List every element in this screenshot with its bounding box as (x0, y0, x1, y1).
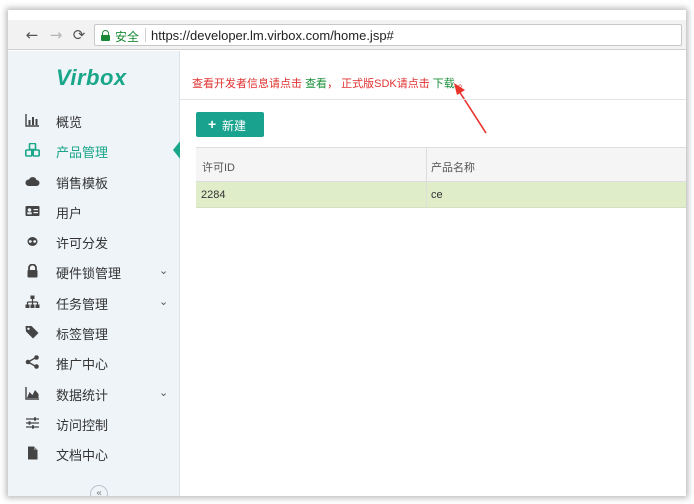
column-header-product-name[interactable]: 产品名称 (431, 159, 475, 175)
column-separator (426, 182, 427, 207)
developer-notice: 查看开发者信息请点击 查看， 正式版SDK请点击 下载 。 (192, 75, 469, 91)
sidebar-item-label: 概览 (56, 115, 83, 130)
sliders-icon (26, 417, 39, 429)
sidebar-item-license-distribution[interactable]: 许可分发 (8, 226, 180, 256)
url-box[interactable]: 安全 https://developer.lm.virbox.com/home.… (94, 24, 682, 46)
sidebar: Virbox 概览 产品管理 销售模板 用户 许可分发 硬件锁管理 ⌄ 任务管理… (8, 51, 181, 496)
sidebar-item-statistics[interactable]: 数据统计 ⌄ (8, 378, 180, 408)
sidebar-item-hardware-lock[interactable]: 硬件锁管理 ⌄ (8, 256, 180, 286)
sidebar-item-label: 产品管理 (56, 145, 109, 161)
new-button[interactable]: + 新建 (196, 112, 264, 137)
sidebar-item-label: 任务管理 (56, 296, 109, 312)
sidebar-item-label: 用户 (56, 205, 83, 221)
cell-product-name: ce (431, 189, 443, 201)
table-row[interactable]: 2284 ce (196, 182, 686, 208)
sidebar-item-docs[interactable]: 文档中心 (8, 438, 180, 468)
file-icon (28, 446, 38, 460)
browser-address-bar: ← → ⟳ 安全 https://developer.lm.virbox.com… (8, 20, 686, 50)
column-separator (426, 148, 427, 181)
chevron-down-icon[interactable]: ⌄ (159, 295, 168, 308)
view-link[interactable]: 查看 (305, 78, 327, 90)
main-content: 查看开发者信息请点击 查看， 正式版SDK请点击 下载 。 + 新建 许可ID … (180, 51, 686, 496)
bar-chart-icon (25, 114, 39, 127)
chevron-down-icon[interactable]: ⌄ (159, 386, 168, 399)
header-divider (180, 99, 686, 100)
sidebar-item-label: 硬件锁管理 (56, 266, 122, 282)
sidebar-item-label: 文档中心 (56, 448, 109, 464)
sidebar-item-overview[interactable]: 概览 (8, 105, 180, 135)
virbox-logo[interactable]: Virbox (56, 65, 127, 91)
sidebar-item-promotion[interactable]: 推广中心 (8, 347, 180, 377)
reload-icon[interactable]: ⟳ (71, 26, 87, 44)
url-separator (145, 28, 146, 42)
sitemap-icon (25, 295, 40, 308)
sidebar-item-sales-templates[interactable]: 销售模板 (8, 166, 180, 196)
screenshot-frame: ← → ⟳ 安全 https://developer.lm.virbox.com… (8, 10, 686, 496)
notice-prefix: 查看开发者信息请点击 (192, 78, 306, 90)
license-table: 许可ID 产品名称 2284 ce (196, 147, 686, 208)
share-icon (25, 355, 39, 370)
sidebar-item-users[interactable]: 用户 (8, 196, 180, 226)
sidebar-item-label: 许可分发 (56, 236, 109, 252)
secure-label: 安全 (115, 30, 140, 44)
area-chart-icon (25, 386, 39, 400)
sidebar-item-label: 访问控制 (56, 417, 109, 433)
plus-icon: + (208, 116, 217, 132)
annotation-arrow (454, 83, 487, 134)
sidebar-menu: 概览 产品管理 销售模板 用户 许可分发 硬件锁管理 ⌄ 任务管理 ⌄ 标签管理… (8, 105, 181, 469)
sidebar-item-label: 标签管理 (56, 327, 109, 343)
cubes-icon (25, 143, 40, 158)
column-header-license-id[interactable]: 许可ID (202, 159, 235, 175)
new-button-label: 新建 (222, 119, 247, 133)
url-text[interactable]: https://developer.lm.virbox.com/home.jsp… (151, 28, 394, 43)
sidebar-item-label: 数据统计 (56, 387, 109, 403)
forward-arrow-icon[interactable]: → (48, 26, 64, 44)
back-arrow-icon[interactable]: ← (24, 26, 40, 44)
tags-icon (25, 326, 39, 339)
sidebar-item-products[interactable]: 产品管理 (8, 135, 181, 165)
link-icon (27, 237, 38, 247)
lock-icon (27, 264, 38, 278)
lock-icon (101, 30, 110, 41)
table-header: 许可ID 产品名称 (196, 147, 686, 182)
sidebar-item-tasks[interactable]: 任务管理 ⌄ (8, 287, 180, 317)
sidebar-collapse-button[interactable]: « (90, 485, 108, 496)
sidebar-item-tags[interactable]: 标签管理 (8, 317, 180, 347)
cloud-icon (25, 176, 40, 186)
notice-middle: ， 正式版SDK请点击 (327, 78, 433, 90)
id-card-icon (25, 205, 40, 216)
sidebar-item-label: 推广中心 (56, 357, 109, 373)
sidebar-item-label: 销售模板 (56, 175, 109, 191)
cell-license-id: 2284 (201, 189, 226, 201)
sidebar-item-access-control[interactable]: 访问控制 (8, 408, 180, 438)
chevron-down-icon[interactable]: ⌄ (159, 264, 168, 277)
